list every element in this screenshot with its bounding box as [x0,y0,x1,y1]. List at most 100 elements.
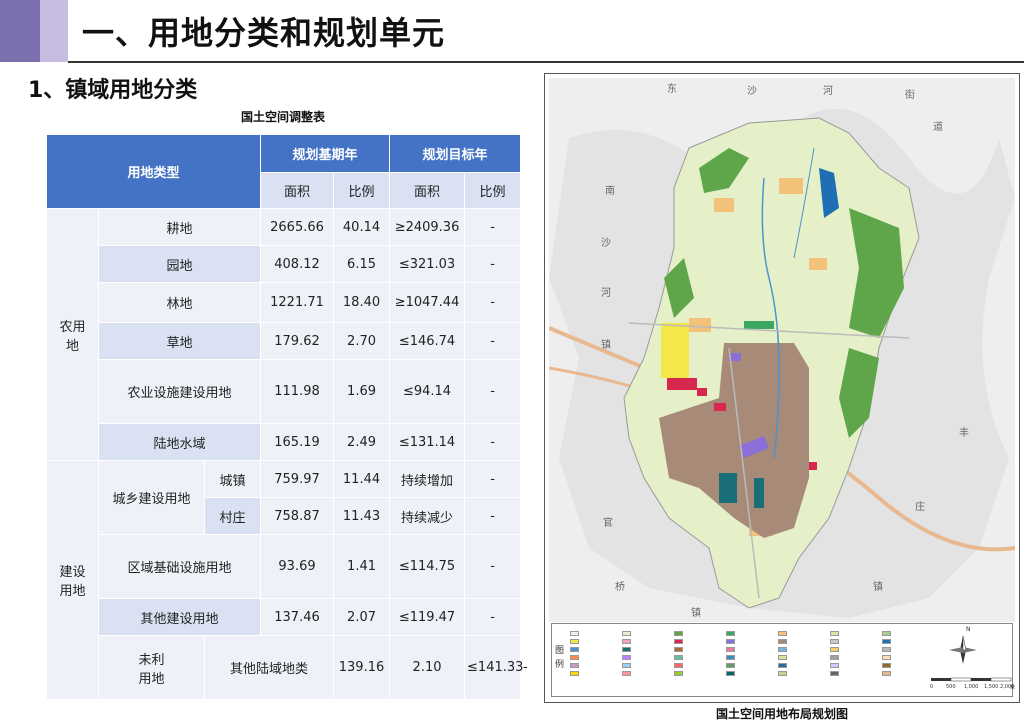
legend-swatch [622,629,670,637]
subheader-target-area: 面积 [389,172,466,209]
cell-target-ratio: - [464,208,522,246]
legend-swatch [622,661,670,669]
map-place-label: 官 [603,518,613,529]
legend-swatch [882,661,930,669]
section-title: 1、镇域用地分类 [28,78,198,103]
header-base-year: 规划基期年 [260,134,391,173]
subheader-target-ratio: 比例 [464,172,522,209]
map-place-label: 道 [933,122,943,133]
map-place-label: 庄 [915,502,925,513]
cell-target-ratio: - [464,423,522,461]
map-place-label: 沙 [747,86,757,97]
legend-swatch [830,645,878,653]
map-legend: 图例 N 0 500 1,000 1,500 2,000 米 [551,623,1015,697]
cell-target-area: ≤94.14 [389,359,466,424]
legend-swatch [726,629,774,637]
table-row: 园地 408.12 6.15 ≤321.03 - [46,245,522,283]
legend-swatch [622,637,670,645]
header-accent-dark [0,0,40,62]
legend-label: 图例 [555,646,565,670]
map-public-facility [754,478,764,508]
map-commercial [667,378,697,390]
cell-target-ratio: - [464,359,522,424]
legend-swatch [882,669,930,677]
map-orchard [714,198,734,212]
legend-swatch [830,661,878,669]
cell-area: 165.19 [260,423,335,461]
row-name: 耕地 [97,208,262,246]
map-orchard [689,318,711,332]
cell-target-ratio: - [464,497,522,535]
cell-area: 179.62 [260,322,335,360]
cell-target-area: 持续增加 [389,460,466,498]
land-use-map: 东 沙 河 街 道 南 沙 河 镇 丰 庄 镇 官 桥 镇 图例 N 0 500… [544,73,1020,703]
table-row: 其他建设用地 137.46 2.07 ≤119.47 - [46,598,522,636]
cell-area: 1221.71 [260,282,335,323]
row-name: 农业设施建设用地 [97,359,262,424]
legend-swatch [726,645,774,653]
subheader-ratio: 比例 [333,172,391,209]
slide: 一、用地分类和规划单元 1、镇域用地分类 国土空间调整表 用地类型 规划基期年 … [0,0,1024,724]
group-urban-rural: 城乡建设用地 [98,460,205,535]
cell-target-area: ≥2409.36 [389,208,466,246]
legend-swatch [726,653,774,661]
legend-swatch [778,669,826,677]
map-graphic [549,78,1015,622]
cell-ratio: 1.69 [333,359,391,424]
legend-swatch [570,661,618,669]
cell-target-area: 持续减少 [389,497,466,535]
cell-target-area: ≤131.14 [389,423,466,461]
table-row: 未利 用地 其他陆域地类 139.16 2.10 ≤141.33 - [46,635,528,700]
legend-swatch [570,637,618,645]
legend-swatch [570,645,618,653]
cell-area: 2665.66 [260,208,335,246]
legend-swatch [882,637,930,645]
map-green-space [744,321,774,329]
header-target-year: 规划目标年 [389,134,522,173]
legend-swatch [726,669,774,677]
cell-target-area: ≤146.74 [389,322,466,360]
table-row: 农用地 耕地 2665.66 40.14 ≥2409.36 - [46,208,522,461]
scale-label: 1,500 [984,684,999,690]
legend-swatch [674,637,722,645]
map-place-label: 沙 [601,238,611,249]
cell-ratio: 11.43 [333,497,391,535]
map-place-label: 河 [823,86,833,97]
legend-swatch [882,653,930,661]
map-commercial [809,462,817,470]
cell-target-ratio: - [464,322,522,360]
table-row: 林地 1221.71 18.40 ≥1047.44 - [46,282,522,323]
cell-ratio: 11.44 [333,460,391,498]
legend-swatch [674,645,722,653]
cell-area: 759.97 [260,460,335,498]
scale-label: 0 [930,684,934,690]
map-place-label: 南 [605,186,615,197]
table-row: 草地 179.62 2.70 ≤146.74 - [46,322,522,360]
legend-swatch [830,637,878,645]
legend-items [570,629,930,695]
cell-area: 93.69 [260,534,335,599]
legend-swatch [726,661,774,669]
group-build: 建设 用地 [46,460,99,700]
group-agri: 农用地 [46,208,99,461]
cell-target-area: ≤114.75 [389,534,466,599]
legend-swatch [674,653,722,661]
cell-area: 758.87 [260,497,335,535]
cell-target-ratio: - [464,282,522,323]
row-name: 城镇 [203,460,262,498]
table-row: 区域基础设施用地 93.69 1.41 ≤114.75 - [46,534,522,599]
compass-label: N [966,626,971,633]
cell-target-area: ≤141.33 [464,635,523,700]
page-title: 一、用地分类和规划单元 [82,14,446,52]
map-place-label: 桥 [615,582,625,593]
map-place-label: 镇 [601,340,611,351]
map-public-facility [719,473,737,503]
map-place-label: 东 [667,84,677,95]
subheader-area: 面积 [260,172,335,209]
cell-target-area: ≤119.47 [389,598,466,636]
legend-swatch [622,653,670,661]
cell-area: 111.98 [260,359,335,424]
map-place-label: 街 [905,90,915,101]
legend-swatch [882,629,930,637]
row-name: 村庄 [203,497,262,535]
